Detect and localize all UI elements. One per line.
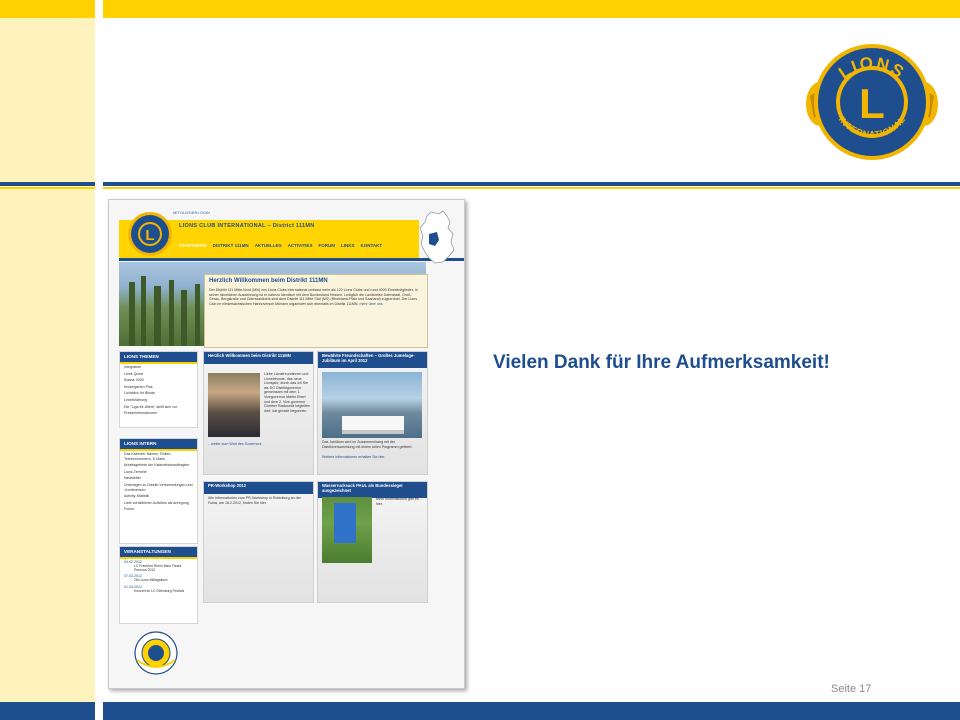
sidebar-link[interactable]: Newsletter <box>120 475 197 482</box>
event-link[interactable]: LC Frankfurt Rhein Main Fiesta Persona 2… <box>120 564 197 573</box>
top-left-yellow-bar <box>0 0 95 18</box>
welcome-text: Der Distrikt 111 Mitte-Nord (MN) von Lio… <box>209 288 418 307</box>
top-yellow-bar <box>103 0 960 18</box>
left-pale-column <box>0 0 95 720</box>
sidebar-heading: LIONS THEMEN <box>120 352 197 364</box>
footer-blue-bar-left <box>0 702 95 720</box>
card-text: Alle Informationen zum PR-Workshop in Ro… <box>208 496 301 505</box>
card-heading: Wasserrucksack PAUL als Bundessieger aus… <box>318 482 427 498</box>
sidebar-link[interactable]: Die "Liga für Ältere" stellt sich vor <box>120 404 197 411</box>
site-lions-logo-icon: L <box>128 212 172 256</box>
sidebar-link[interactable]: Lions Quest <box>120 371 197 378</box>
germany-map-icon <box>419 210 455 264</box>
nav-aktuelles[interactable]: AKTUELLES <box>255 243 282 248</box>
nav-activities[interactable]: ACTIVITIES <box>288 243 313 248</box>
sidebar-heading: LIONS INTERN <box>120 439 197 451</box>
sidebar-veranstaltungen: VERANSTALTUNGEN 04.02.2012 LC Frankfurt … <box>119 546 198 624</box>
site-title: LIONS CLUB INTERNATIONAL – District 111M… <box>179 223 315 229</box>
sidebar-link[interactable]: Integration <box>120 364 197 371</box>
sidebar-link[interactable]: Forum <box>120 506 197 513</box>
card-heading: PR-Workshop 2012 <box>204 482 313 494</box>
sidebar-link[interactable]: Leseförderung <box>120 397 197 404</box>
sidebar-link[interactable]: Lichtblick für Blinde <box>120 390 197 397</box>
welcome-panel: Herzlich Willkommen beim Distrikt 111MN … <box>204 274 428 348</box>
governor-portrait-photo <box>208 373 260 437</box>
sidebar-lions-themen: LIONS THEMEN Integration Lions Quest Kla… <box>119 351 198 428</box>
welcome-more-link[interactable]: mehr über uns <box>359 302 382 306</box>
header-divider-yellow-right <box>103 187 960 189</box>
header-divider-blue-right <box>103 182 960 186</box>
card-heading: Herzlich Willkommen beim Distrikt 111MN <box>204 352 313 364</box>
sidebar-link[interactable]: Activity-Statistik <box>120 493 197 500</box>
nav-distrikt[interactable]: DISTRIKT 111MN <box>213 243 249 248</box>
sidebar-link[interactable]: Kindergarten Plus <box>120 384 197 391</box>
page-number: Seite 17 <box>831 683 872 695</box>
thanks-heading: Vielen Dank für Ihre Aufmerksamkeit! <box>493 352 830 373</box>
event-link[interactable]: Konzert im LC Ottenburg Festival <box>120 589 197 594</box>
card-text: Liebe Lionsfreundinnen und Lionsfreunde,… <box>264 372 310 413</box>
sidebar-link[interactable]: Presseinformationen <box>120 410 197 417</box>
sidebar-lions-intern: LIONS INTERN Das Kabinett: Namen, Rollen… <box>119 438 198 544</box>
jumelage-more-link[interactable]: Weitere Informationen erhalten Sie hier. <box>322 455 422 460</box>
nav-startseite[interactable]: STARTSEITE <box>179 243 207 248</box>
jumelage-card: Bewährte Freundschaften – Großes Jumelag… <box>317 351 428 475</box>
card-text: Das Jubiläum wird im Zusammenhang mit de… <box>322 440 413 449</box>
footer-blue-bar-right <box>103 702 960 720</box>
card-heading: Bewährte Freundschaften – Großes Jumelag… <box>318 352 427 368</box>
sidebar-heading: VERANSTALTUNGEN <box>120 547 197 559</box>
governor-welcome-card: Herzlich Willkommen beim Distrikt 111MN … <box>203 351 314 475</box>
governor-more-link[interactable]: ...weiter zum Wort des Governors <box>208 442 261 446</box>
sidebar-link[interactable]: Klasse 2000 <box>120 377 197 384</box>
paul-award-card: Wasserrucksack PAUL als Bundessieger aus… <box>317 481 428 603</box>
header-divider-blue-left <box>0 182 95 186</box>
sidebar-link[interactable]: Lions-Termine <box>120 469 197 476</box>
booth-shape <box>334 503 356 543</box>
sidebar-link[interactable]: Unterlagen zu Distrikt-Versammlungen und… <box>120 482 197 493</box>
header-divider-yellow-left <box>0 187 95 189</box>
pr-workshop-card: PR-Workshop 2012 Alle Informationen zum … <box>203 481 314 603</box>
welcome-body: Der Distrikt 111 Mitte-Nord (MN) von Lio… <box>209 288 421 307</box>
sidebar-link[interactable]: Das Kabinett: Namen, Rollen, Telefonnumm… <box>120 451 197 462</box>
sidebar-link[interactable]: Arbeitsgebiete der Kabinettsbeauftragten <box>120 462 197 469</box>
svg-text:L: L <box>145 227 154 244</box>
nav-forum[interactable]: FORUM <box>318 243 335 248</box>
ship-shape <box>342 416 404 434</box>
card-text: Mehr Informationen gibt es hier. <box>376 497 419 506</box>
ship-photo <box>322 372 422 438</box>
welcome-title: Herzlich Willkommen beim Distrikt 111MN <box>209 278 328 284</box>
site-main-nav: STARTSEITE DISTRIKT 111MN AKTUELLES ACTI… <box>179 243 382 248</box>
site-header-stripe <box>119 258 464 261</box>
lions-logo-icon: L LIONS INTERNATIONAL <box>806 44 938 160</box>
svg-text:L: L <box>859 80 885 127</box>
sidebar-link[interactable]: Liste vorbildlicher Activities als Anreg… <box>120 500 197 507</box>
water-backpack-photo <box>322 497 372 563</box>
district-badge-icon <box>134 631 178 675</box>
nav-links[interactable]: LINKS <box>341 243 355 248</box>
website-screenshot: L MITGLIEDERLOGIN LIONS CLUB INTERNATION… <box>108 199 465 689</box>
member-login-link[interactable]: MITGLIEDERLOGIN <box>171 210 212 215</box>
nav-kontakt[interactable]: KONTAKT <box>360 243 382 248</box>
